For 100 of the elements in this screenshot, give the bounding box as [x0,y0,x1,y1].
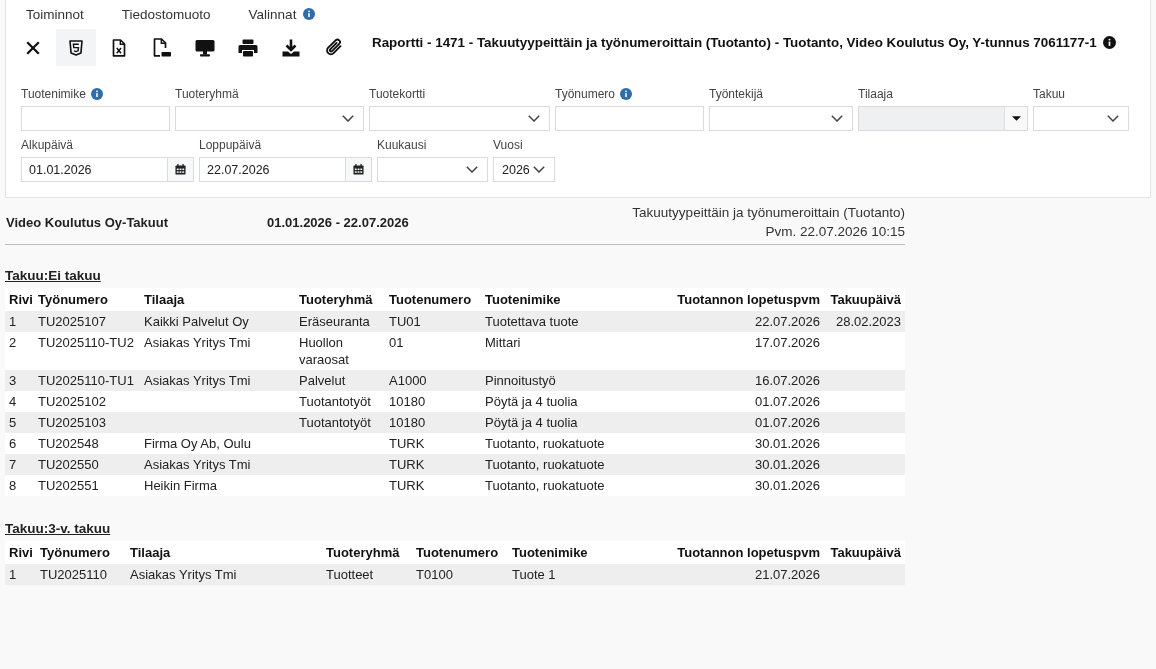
select-field[interactable] [369,106,550,131]
table-cell: 10180 [385,391,481,412]
table-cell: Tuotanto, ruokatuote [481,433,631,454]
column-header: Tuoteryhmä [295,288,385,311]
calendar-icon [175,164,186,175]
column-header: Työnumero [34,288,140,311]
table-cell: TURK [385,475,481,496]
menu-item[interactable]: Tiedostomuoto [116,4,216,24]
column-header: Rivi [5,541,36,564]
table-cell: 30.01.2026 [631,454,824,475]
table-cell: TURK [385,454,481,475]
table-cell: Eräseuranta [295,311,385,332]
field-label: Kuukausi [377,138,427,152]
close-icon [26,40,40,55]
select-field[interactable] [377,157,488,182]
column-header: Tuotenimike [481,288,631,311]
report-title: Raportti - 1471 - Takuutyypeittäin ja työnumeroittain (Tuotanto) - Tuotanto, Video Koulutus Oy, Y-tunnus 7061177-1 [372,35,1097,50]
table-cell: 22.07.2026 [631,311,824,332]
table-cell: Pöytä ja 4 tuolia [481,412,631,433]
column-header: Tuotenimike [508,541,658,564]
field-label: Työnumero [555,87,616,101]
table-cell: 7 [5,454,34,475]
menu-item[interactable]: Toiminnot [21,4,89,24]
table-cell: 01.07.2026 [631,391,824,412]
table-cell: Asiakas Yritys Tmi [140,454,295,475]
table-cell: Tuotettava tuote [481,311,631,332]
select-field[interactable] [175,106,364,131]
calendar-button[interactable] [346,157,372,182]
calendar-button[interactable] [168,157,194,182]
column-header: Tuotenumero [412,541,508,564]
table-cell: TU2025107 [34,311,140,332]
printer-icon [238,38,258,57]
table-cell: TURK [385,433,481,454]
table-cell: Tuotantotyöt [295,391,385,412]
text-field[interactable] [555,106,704,131]
download-icon [281,38,301,57]
chevron-down-icon [1107,115,1119,122]
column-header: Tuotannon lopetuspvm [658,541,824,564]
chevron-down-icon [528,115,540,122]
table-cell: 4 [5,391,34,412]
table-cell: Huollon varaosat [295,332,385,370]
menu-item[interactable]: Valinnat [243,4,321,24]
field-label: Loppupäivä [199,138,262,152]
table-cell: 30.01.2026 [631,475,824,496]
table-cell: 17.07.2026 [631,332,824,370]
table-cell: TU2025110-TU2 [34,332,140,370]
table-cell: 1 [5,311,34,332]
table-cell: 8 [5,475,34,496]
column-header: Tuoteryhmä [322,541,412,564]
table-cell: 16.07.2026 [631,370,824,391]
field-label: Alkupäivä [21,138,74,152]
field-label: Tuotenimike [21,87,86,101]
table-cell: 28.02.2023 [824,311,905,332]
table-cell: TU202548 [34,433,140,454]
table-cell: 01 [385,332,481,370]
shield-icon [69,39,83,56]
select-field[interactable] [709,106,853,131]
field-label: Takuu [1033,87,1066,101]
table-cell: Tuotteet [322,564,412,585]
table-cell: Tuotantotyöt [295,412,385,433]
select-field[interactable] [1033,106,1129,131]
field-label: Tuoteryhmä [175,87,239,101]
column-header: Rivi [5,288,34,311]
table-cell: Tuotanto, ruokatuote [481,475,631,496]
html-button[interactable] [56,29,96,66]
table-cell: Firma Oy Ab, Oulu [140,433,295,454]
table-cell: 3 [5,370,34,391]
table-cell: TU202551 [34,475,140,496]
table-cell: TU2025102 [34,391,140,412]
column-header: Takuupäivä [824,541,905,564]
report-heading: Video Koulutus Oy-Takuut [5,214,170,230]
column-header: Työnumero [36,541,126,564]
table-cell: Asiakas Yritys Tmi [140,332,295,370]
table-cell: TU01 [385,311,481,332]
chevron-down-icon [831,115,843,122]
paperclip-icon [325,38,343,57]
table-cell: Tuote 1 [508,564,658,585]
chevron-down-icon [466,166,478,173]
section-heading: Takuu:Ei takuu [5,268,101,283]
table-cell: T0100 [412,564,508,585]
table-cell: Asiakas Yritys Tmi [140,370,295,391]
date-field[interactable]: 22.07.2026 [199,157,346,182]
column-header: Takuupäivä [824,288,905,311]
table-cell: TU2025110-TU1 [34,370,140,391]
chevron-down-icon [533,166,545,173]
section-heading: Takuu:3-v. takuu [5,521,111,536]
report-period: 01.01.2026 - 22.07.2026 [267,214,409,230]
select-field[interactable]: 2026 [493,157,555,182]
table-cell: 30.01.2026 [631,433,824,454]
table-cell: 5 [5,412,34,433]
table-cell: 1 [5,564,36,585]
table-cell: 21.07.2026 [658,564,824,585]
field-label: Vuosi [493,138,523,152]
table-cell: Pöytä ja 4 tuolia [481,391,631,412]
column-header: Tuotenumero [385,288,481,311]
text-field[interactable] [21,106,170,131]
field-label: Työntekijä [709,87,764,101]
table-cell: 2 [5,332,34,370]
date-field[interactable]: 01.01.2026 [21,157,168,182]
table-cell: TU2025110 [36,564,126,585]
